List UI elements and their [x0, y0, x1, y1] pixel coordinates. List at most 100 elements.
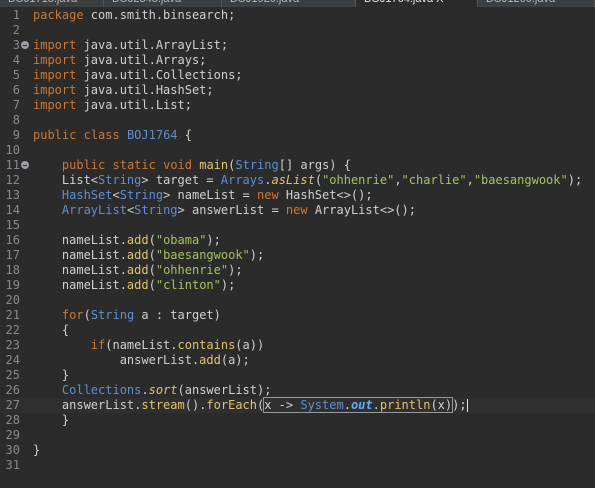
code-line[interactable]: 14 ArrayList<String> answerList = new Ar…: [0, 203, 595, 218]
code-line[interactable]: 11 public static void main(String[] args…: [0, 158, 595, 173]
code-line[interactable]: 15: [0, 218, 595, 233]
line-number: 23: [5, 338, 20, 352]
code-line[interactable]: 2: [0, 23, 595, 38]
fold-toggle-icon[interactable]: [21, 161, 29, 169]
code-line[interactable]: 1 package com.smith.binsearch;: [0, 8, 595, 23]
code-line[interactable]: 18 nameList.add("ohhenrie");: [0, 263, 595, 278]
code-text: import java.util.List;: [33, 98, 192, 112]
code-line[interactable]: 29: [0, 428, 595, 443]
code-text: List<String> target = Arrays.asList("ohh…: [33, 173, 583, 187]
line-number: 30: [5, 443, 20, 457]
line-number: 20: [5, 293, 20, 307]
line-number: 19: [5, 278, 20, 292]
code-line[interactable]: 16 nameList.add("obama");: [0, 233, 595, 248]
code-text: }: [33, 413, 70, 427]
code-line[interactable]: 26 Collections.sort(answerList);: [0, 383, 595, 398]
line-number: 4: [12, 53, 20, 67]
tab-label: BOJ1764.java: [364, 0, 433, 5]
code-text: Collections.sort(answerList);: [61, 383, 272, 397]
code-line[interactable]: 6 import java.util.HashSet;: [0, 83, 595, 98]
line-number: 6: [12, 83, 20, 97]
code-line[interactable]: 7 import java.util.List;: [0, 98, 595, 113]
code-text: for(String a : target): [61, 308, 221, 322]
code-text: nameList.add("clinton");: [33, 278, 236, 292]
line-number: 12: [5, 173, 20, 187]
code-line[interactable]: 9 public class BOJ1764 {: [0, 128, 595, 143]
code-line[interactable]: 23 if(nameList.contains(a)): [0, 338, 595, 353]
code-line[interactable]: 12 List<String> target = Arrays.asList("…: [0, 173, 595, 188]
code-line[interactable]: 8: [0, 113, 595, 128]
line-number: 14: [5, 203, 20, 217]
line-number: 24: [5, 353, 20, 367]
line-number: 16: [5, 233, 20, 247]
tab-label: BOJ1260.java: [486, 0, 555, 5]
code-text: package com.smith.binsearch;: [33, 8, 236, 22]
line-number: 28: [5, 413, 20, 427]
close-icon[interactable]: X: [433, 0, 443, 5]
line-number: 17: [5, 248, 20, 262]
code-text: answerList.add(a);: [33, 353, 250, 367]
code-text: import java.util.HashSet;: [33, 83, 214, 97]
code-text: nameList.add("obama");: [33, 233, 221, 247]
code-editor[interactable]: 1 package com.smith.binsearch; 2 3 import ja…: [0, 7, 595, 488]
tab-label: BOJ1920.java: [230, 0, 299, 5]
code-text: ArrayList<String> answerList = new Array…: [61, 203, 416, 217]
line-number: 11: [5, 158, 20, 172]
line-number: 18: [5, 263, 20, 277]
code-text: import java.util.ArrayList;: [33, 38, 229, 52]
code-line[interactable]: 10: [0, 143, 595, 158]
tab-boj1713-java[interactable]: BOJ1713.java: [0, 0, 104, 7]
line-number: 9: [12, 128, 20, 142]
fold-toggle-icon[interactable]: [21, 41, 29, 49]
code-text: nameList.add("ohhenrie");: [33, 263, 243, 277]
code-line[interactable]: 19 nameList.add("clinton");: [0, 278, 595, 293]
code-text: }: [33, 443, 41, 457]
line-number: 3: [12, 38, 20, 52]
code-line[interactable]: 5 import java.util.Collections;: [0, 68, 595, 83]
tab-boj1764-java[interactable]: BOJ1764.java X: [356, 0, 478, 7]
line-number: 22: [5, 323, 20, 337]
line-number: 8: [12, 113, 20, 127]
line-number: 21: [5, 308, 20, 322]
tab-boj1920-java[interactable]: BOJ1920.java: [222, 0, 356, 7]
line-number: 5: [12, 68, 20, 82]
tab-boj2343-java[interactable]: BOJ2343.java: [104, 0, 222, 7]
code-line[interactable]: 24 answerList.add(a);: [0, 353, 595, 368]
code-line[interactable]: 25 }: [0, 368, 595, 383]
line-number: 7: [12, 98, 20, 112]
code-line[interactable]: 21 for(String a : target): [0, 308, 595, 323]
line-number: 10: [5, 143, 20, 157]
tab-boj1260-java[interactable]: BOJ1260.java: [478, 0, 595, 7]
tab-label: BOJ2343.java: [112, 0, 181, 5]
code-line[interactable]: 30}: [0, 443, 595, 458]
line-number: 1: [12, 8, 20, 22]
code-text: public class BOJ1764 {: [33, 128, 192, 142]
code-line[interactable]: 28 }: [0, 413, 595, 428]
code-line[interactable]: 20: [0, 293, 595, 308]
code-line[interactable]: 17 nameList.add("baesangwook");: [0, 248, 595, 263]
code-text: nameList.add("baesangwook");: [33, 248, 265, 262]
code-text: public static void main(String[] args) {: [61, 158, 351, 172]
code-text: if(nameList.contains(a)): [90, 338, 265, 352]
code-text: {: [33, 323, 70, 337]
line-number: 15: [5, 218, 20, 232]
code-line[interactable]: 27 answerList.stream().forEach(x -> Syst…: [0, 397, 595, 413]
code-text: answerList.stream().forEach(x -> System.…: [33, 397, 468, 413]
line-number: 27: [5, 398, 20, 412]
code-line[interactable]: 22 {: [0, 323, 595, 338]
line-number: 13: [5, 188, 20, 202]
line-number: 29: [5, 428, 20, 442]
code-text: }: [33, 368, 70, 382]
line-number: 31: [5, 458, 20, 472]
line-number: 25: [5, 368, 20, 382]
code-line[interactable]: 31: [0, 458, 595, 473]
tab-label: BOJ1713.java: [8, 0, 77, 5]
code-line[interactable]: 13 HashSet<String> nameList = new HashSe…: [0, 188, 595, 203]
line-number: 26: [5, 383, 20, 397]
code-text: HashSet<String> nameList = new HashSet<>…: [61, 188, 373, 202]
line-number: 2: [12, 23, 20, 37]
code-line[interactable]: 4 import java.util.Arrays;: [0, 53, 595, 68]
code-line[interactable]: 3 import java.util.ArrayList;: [0, 38, 595, 53]
code-text: import java.util.Collections;: [33, 68, 243, 82]
editor-tab-bar: BOJ1713.java BOJ2343.java BOJ1920.java BOJ1…: [0, 0, 595, 7]
